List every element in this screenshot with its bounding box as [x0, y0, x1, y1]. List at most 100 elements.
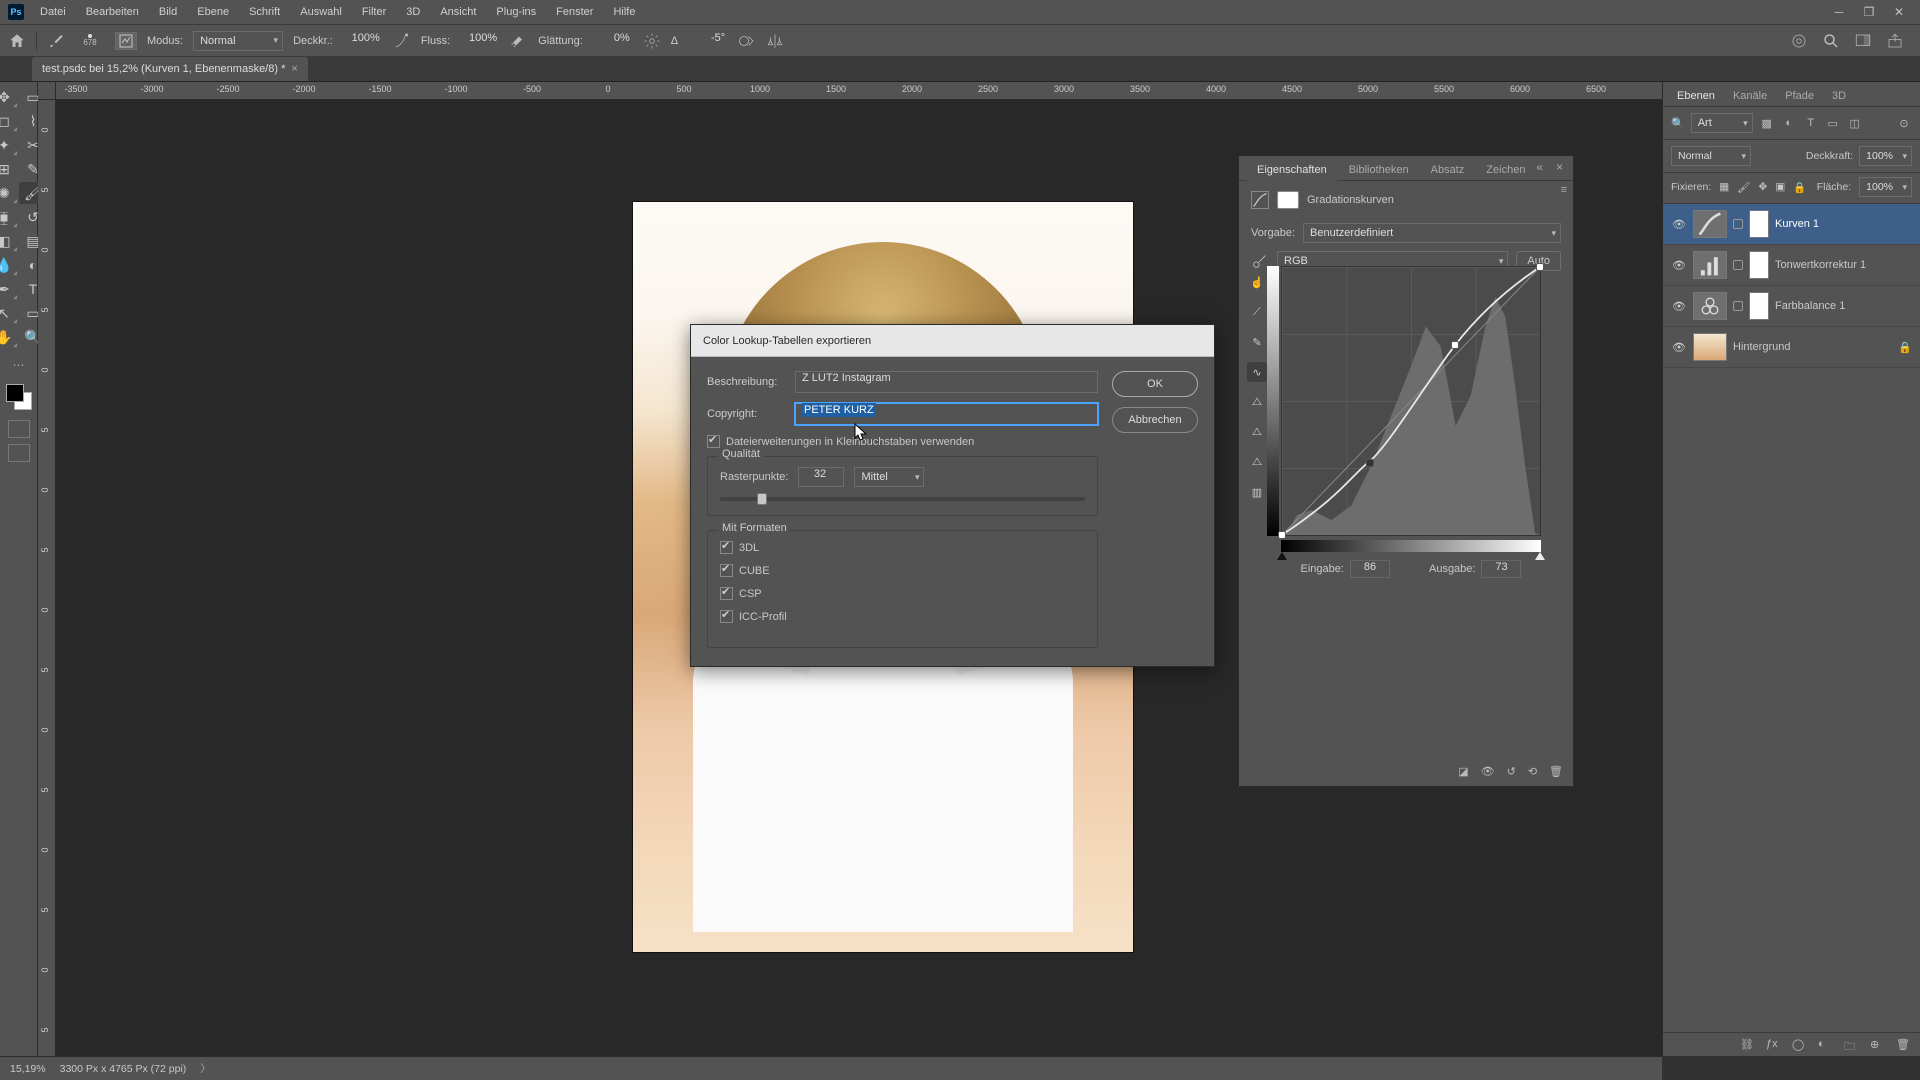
brush-tool-icon[interactable]	[47, 32, 65, 50]
layer-row[interactable]: 👁 Kurven 1	[1663, 204, 1920, 245]
layer-thumb[interactable]	[1693, 292, 1727, 320]
blur-tool-icon[interactable]: 💧	[0, 254, 18, 276]
opacity-pressure-icon[interactable]	[393, 32, 411, 50]
menu-edit[interactable]: Bearbeiten	[78, 2, 147, 22]
smoothing-field[interactable]: 0%	[593, 32, 633, 50]
add-mask-icon[interactable]: ◯	[1792, 1038, 1806, 1052]
symmetry-icon[interactable]	[766, 32, 784, 50]
layer-row[interactable]: 👁 Hintergrund 🔒	[1663, 327, 1920, 368]
paths-tab[interactable]: Pfade	[1777, 86, 1822, 106]
ruler-origin[interactable]	[38, 82, 56, 100]
mask-link-icon[interactable]	[1733, 260, 1743, 270]
move-tool-icon[interactable]: ✥	[0, 86, 18, 108]
filter-search-icon[interactable]: 🔍	[1671, 117, 1685, 130]
menu-file[interactable]: Datei	[32, 2, 74, 22]
brush-preset-picker[interactable]: 678	[75, 28, 105, 54]
screen-mode-icon[interactable]	[8, 444, 30, 462]
eraser-tool-icon[interactable]: ◧	[0, 230, 18, 252]
layer-mask-thumb[interactable]	[1749, 292, 1769, 320]
clone-stamp-tool-icon[interactable]: ⧯	[0, 206, 18, 228]
preset-select[interactable]: Benutzerdefiniert	[1303, 223, 1561, 243]
channels-tab[interactable]: Kanäle	[1725, 86, 1775, 106]
angle-field[interactable]: -5°	[688, 32, 728, 50]
curve-point-shadow[interactable]	[1278, 531, 1286, 539]
layer-thumb[interactable]	[1693, 333, 1727, 361]
menu-layer[interactable]: Ebene	[189, 2, 237, 22]
filter-toggle-switch[interactable]: ⊙	[1896, 115, 1912, 131]
layer-thumb[interactable]	[1693, 210, 1727, 238]
home-icon[interactable]	[8, 32, 26, 50]
lock-artboard-icon[interactable]: ▣	[1775, 181, 1785, 193]
menu-help[interactable]: Hilfe	[605, 2, 643, 22]
curve-point-white[interactable]	[1536, 263, 1544, 271]
lock-transparency-icon[interactable]: ▦	[1719, 181, 1729, 193]
healing-brush-tool-icon[interactable]: ✺	[0, 182, 18, 204]
layer-row[interactable]: 👁 Farbbalance 1	[1663, 286, 1920, 327]
layer-name[interactable]: Hintergrund	[1733, 341, 1892, 353]
new-group-icon[interactable]: 🗀	[1844, 1038, 1858, 1052]
menu-window[interactable]: Fenster	[548, 2, 601, 22]
layer-filter-type-select[interactable]: Art	[1691, 113, 1753, 133]
filter-type-icon[interactable]: T	[1803, 115, 1819, 131]
lowercase-extensions-checkbox[interactable]	[707, 435, 720, 448]
clip-to-layer-icon[interactable]: ◪	[1458, 765, 1468, 778]
window-close-icon[interactable]: ✕	[1892, 5, 1906, 19]
cloud-docs-icon[interactable]	[1790, 32, 1808, 50]
frame-tool-icon[interactable]: ⊞	[0, 158, 18, 180]
foreground-color-swatch[interactable]	[6, 384, 24, 402]
mask-link-icon[interactable]	[1733, 301, 1743, 311]
layer-name[interactable]: Farbbalance 1	[1775, 300, 1912, 312]
curve-point-selected[interactable]	[1366, 459, 1374, 467]
lock-all-icon[interactable]: 🔒	[1793, 181, 1806, 194]
hand-tool-icon[interactable]: ✋	[0, 326, 18, 348]
brush-panel-toggle-icon[interactable]	[115, 32, 137, 50]
cancel-button[interactable]: Abbrechen	[1112, 407, 1198, 433]
slider-thumb[interactable]	[757, 493, 767, 505]
menu-select[interactable]: Auswahl	[292, 2, 350, 22]
new-layer-icon[interactable]: ⊕	[1870, 1038, 1884, 1052]
edit-toolbar-icon[interactable]: ⋯	[13, 358, 25, 372]
window-minimize-icon[interactable]: ─	[1832, 5, 1846, 19]
layers-tab[interactable]: Ebenen	[1669, 86, 1723, 106]
share-icon[interactable]	[1886, 32, 1904, 50]
previous-state-icon[interactable]: ↺	[1507, 765, 1516, 778]
document-tab[interactable]: test.psdc bei 15,2% (Kurven 1, Ebenenmas…	[32, 57, 308, 81]
search-icon[interactable]	[1822, 32, 1840, 50]
document-info[interactable]: 3300 Px x 4765 Px (72 ppi)	[60, 1063, 187, 1075]
smoothing-options-icon[interactable]	[643, 32, 661, 50]
menu-filter[interactable]: Filter	[354, 2, 394, 22]
layer-mask-thumb[interactable]	[1749, 251, 1769, 279]
format-3dl-checkbox[interactable]	[720, 541, 733, 554]
libraries-tab[interactable]: Bibliotheken	[1339, 160, 1419, 180]
delete-layer-icon[interactable]: 🗑	[1896, 1038, 1910, 1052]
layer-fx-icon[interactable]: ƒx	[1766, 1038, 1780, 1052]
filter-pixel-icon[interactable]: ▩	[1759, 115, 1775, 131]
menu-plugins[interactable]: Plug-ins	[488, 2, 544, 22]
menu-type[interactable]: Schrift	[241, 2, 288, 22]
dialog-titlebar[interactable]: Color Lookup-Tabellen exportieren	[691, 325, 1214, 357]
link-layers-icon[interactable]: ⛓	[1740, 1038, 1754, 1052]
vertical-ruler[interactable]: 0505050505050505	[38, 100, 56, 1056]
filter-shape-icon[interactable]: ▭	[1825, 115, 1841, 131]
format-cube-checkbox[interactable]	[720, 564, 733, 577]
fill-opacity-field[interactable]: 100%	[1859, 177, 1912, 197]
layer-name[interactable]: Tonwertkorrektur 1	[1775, 259, 1912, 271]
quick-mask-icon[interactable]	[8, 420, 30, 438]
quality-slider[interactable]	[720, 497, 1085, 501]
path-tool-icon[interactable]: ↖	[0, 302, 18, 324]
marquee-tool-icon[interactable]: ◻	[0, 110, 18, 132]
mask-link-icon[interactable]	[1733, 219, 1743, 229]
properties-tab[interactable]: Eigenschaften	[1247, 160, 1337, 180]
menu-3d[interactable]: 3D	[398, 2, 428, 22]
curve-point-icon[interactable]: ⟋	[1247, 302, 1267, 322]
workspace-switcher-icon[interactable]	[1854, 32, 1872, 50]
black-point-slider[interactable]	[1277, 552, 1287, 560]
3d-tab[interactable]: 3D	[1824, 86, 1854, 106]
output-value-field[interactable]: 73	[1481, 560, 1521, 578]
layer-row[interactable]: 👁 Tonwertkorrektur 1	[1663, 245, 1920, 286]
panel-close-icon[interactable]: ×	[1556, 160, 1563, 174]
menu-view[interactable]: Ansicht	[432, 2, 484, 22]
layer-opacity-field[interactable]: 100%	[1859, 146, 1912, 166]
grid-points-input[interactable]: 32	[798, 467, 844, 487]
layer-mask-thumb[interactable]	[1277, 191, 1299, 209]
